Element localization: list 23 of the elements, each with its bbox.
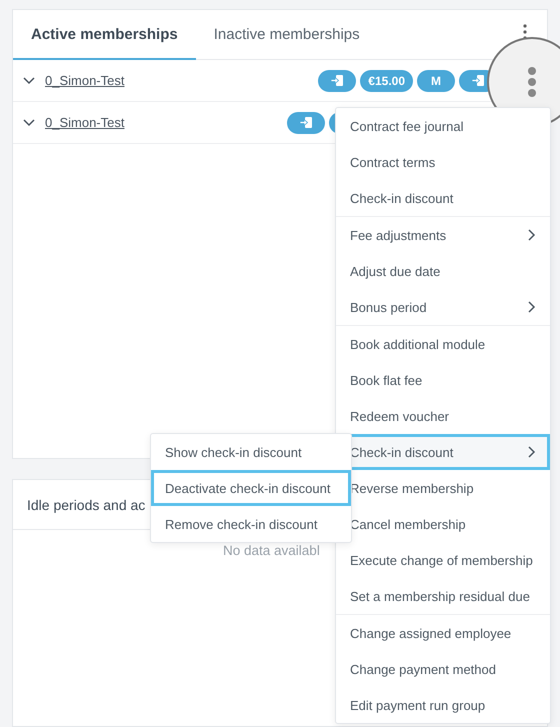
- empty-message: No data availabl: [223, 543, 320, 558]
- membership-link[interactable]: 0_Simon-Test: [45, 73, 124, 88]
- menu-item[interactable]: Bonus period: [336, 289, 550, 325]
- menu-item[interactable]: Remove check-in discount: [151, 506, 351, 542]
- menu-item[interactable]: Edit payment run group: [336, 687, 550, 723]
- tab[interactable]: Active memberships: [13, 10, 196, 60]
- menu-item[interactable]: Redeem voucher: [336, 398, 550, 434]
- menu-item[interactable]: Contract terms: [336, 144, 550, 180]
- menu-item[interactable]: Book additional module: [336, 326, 550, 362]
- menu-item[interactable]: Adjust due date: [336, 253, 550, 289]
- menu-item[interactable]: Book flat fee: [336, 362, 550, 398]
- menu-item[interactable]: Deactivate check-in discount: [151, 470, 351, 506]
- menu-item[interactable]: Change payment method: [336, 651, 550, 687]
- menu-item[interactable]: Change assigned employee: [336, 615, 550, 651]
- menu-item[interactable]: Execute change of membership: [336, 542, 550, 578]
- membership-link[interactable]: 0_Simon-Test: [45, 115, 124, 130]
- tab[interactable]: Inactive memberships: [196, 10, 378, 60]
- card-title: Idle periods and ac: [27, 496, 146, 512]
- membership-badge: M: [417, 70, 455, 92]
- menu-item[interactable]: Fee adjustments: [336, 217, 550, 253]
- membership-badge: €15.00: [360, 70, 413, 92]
- menu-item[interactable]: Set a membership residual due: [336, 578, 550, 614]
- menu-item[interactable]: Check-in discount: [336, 180, 550, 216]
